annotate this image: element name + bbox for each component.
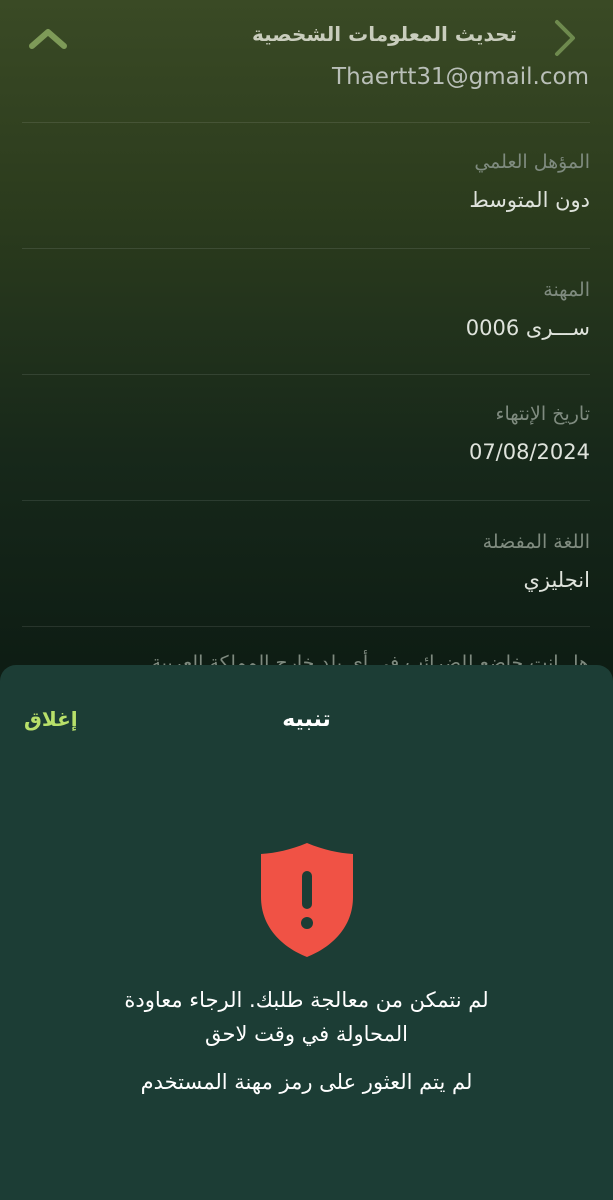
alert-message-line2: المحاولة في وقت لاحق (205, 1022, 408, 1046)
chevron-right-icon (555, 20, 575, 56)
chevron-up-icon (29, 29, 67, 49)
divider (22, 626, 590, 627)
qualification-label: المؤهل العلمي (474, 151, 590, 173)
qualification-field[interactable]: المؤهل العلمي دون المتوسط (22, 150, 590, 214)
divider (22, 248, 590, 249)
alert-detail: لم يتم العثور على رمز مهنة المستخدم (140, 1070, 473, 1094)
expiry-label: تاريخ الإنتهاء (495, 403, 590, 425)
close-button[interactable]: إغلاق (24, 707, 78, 731)
divider (22, 122, 590, 123)
alert-title: تنبيه (282, 707, 331, 732)
language-label: اللغة المفضلة (482, 531, 590, 553)
shield-alert-icon (261, 843, 353, 957)
divider (22, 500, 590, 501)
page-title: تحديث المعلومات الشخصية (252, 22, 517, 46)
expiry-field[interactable]: تاريخ الإنتهاء 07/08/2024 (22, 402, 590, 466)
profession-value: ســـرى 0006 (465, 316, 590, 340)
qualification-value: دون المتوسط (469, 188, 590, 212)
profession-field[interactable]: المهنة ســـرى 0006 (22, 278, 590, 342)
alert-message-line1: لم نتمكن من معالجة طلبك. الرجاء معاودة (124, 988, 489, 1012)
expiry-value: 07/08/2024 (468, 440, 590, 464)
language-field[interactable]: اللغة المفضلة انجليزي (22, 530, 590, 594)
alert-sheet: تنبيه إغلاق لم نتمكن من معالجة طلبك. الر… (0, 665, 613, 1200)
language-value: انجليزي (523, 568, 590, 592)
profession-label: المهنة (543, 279, 590, 301)
email-value: Thaertt31@gmail.com (332, 64, 589, 90)
divider (22, 374, 590, 375)
collapse-button[interactable] (26, 24, 70, 54)
back-button[interactable] (545, 18, 585, 58)
